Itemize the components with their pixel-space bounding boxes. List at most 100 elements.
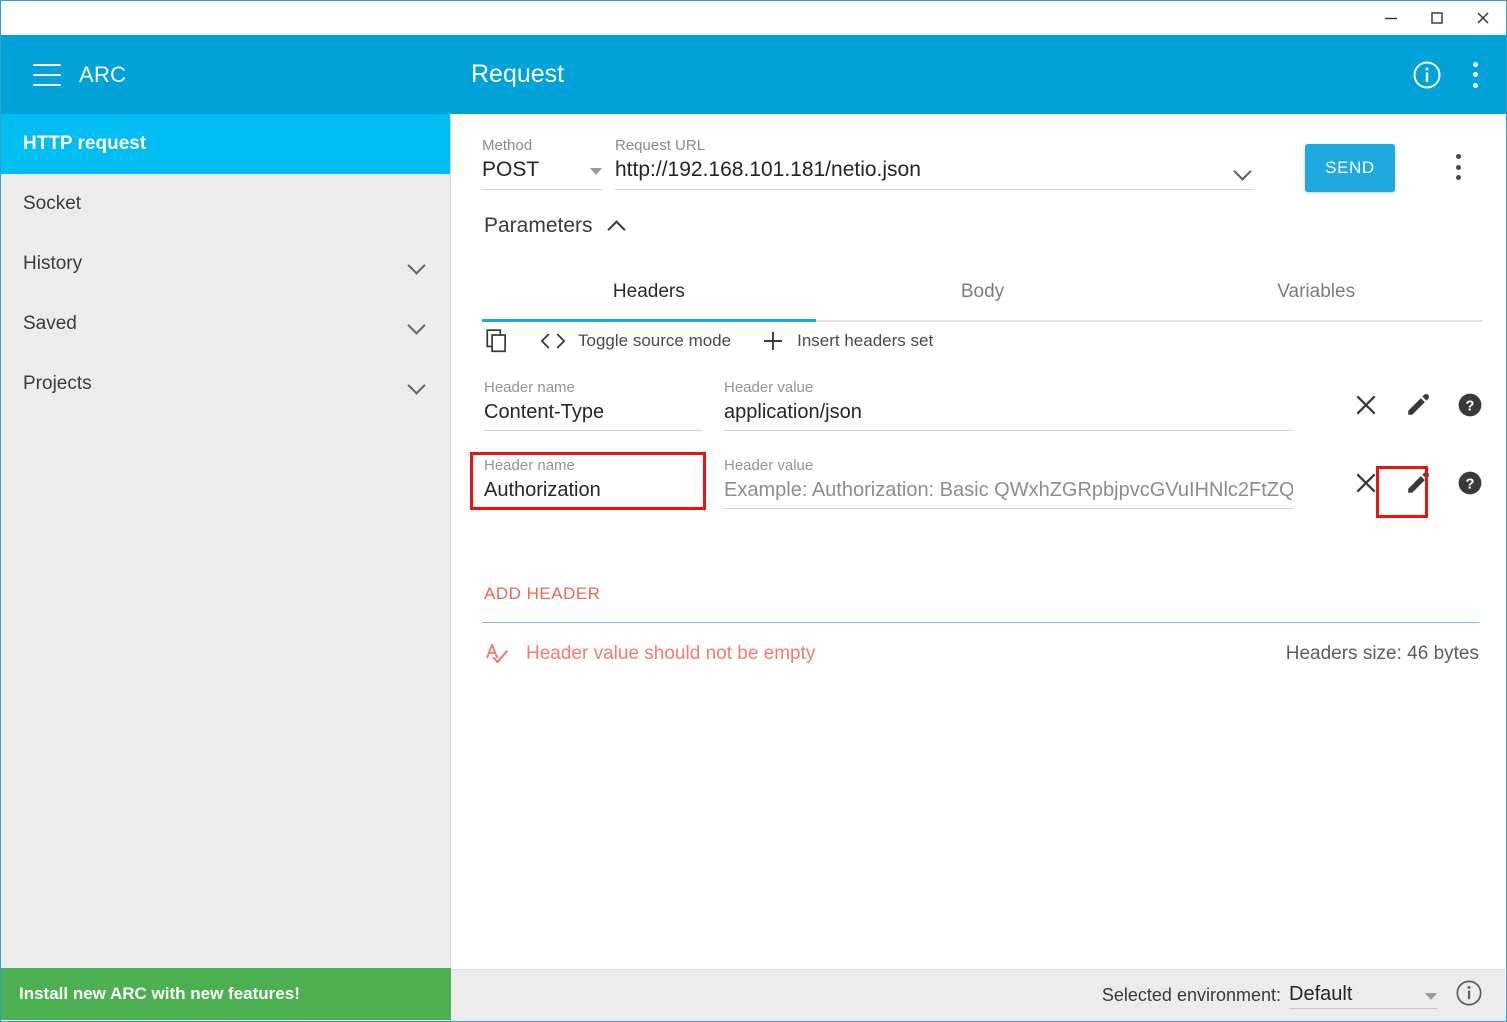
- tab-body[interactable]: Body: [816, 264, 1150, 320]
- parameters-toggle[interactable]: Parameters: [484, 214, 627, 238]
- toggle-source-mode-label: Toggle source mode: [578, 331, 732, 350]
- headers-toolbar: Toggle source mode Insert headers set: [484, 328, 933, 354]
- request-url-label: Request URL: [615, 137, 706, 154]
- header-value-label: Header value: [724, 379, 814, 396]
- parameters-tabs: Headers Body Variables: [482, 264, 1483, 322]
- headers-divider: [482, 622, 1479, 623]
- arc-application-window: ARC Request HTTP request Socket History: [0, 0, 1507, 1022]
- tab-headers[interactable]: Headers: [482, 264, 816, 322]
- caret-down-icon: [1425, 992, 1437, 1000]
- window-close-button[interactable]: [1460, 1, 1506, 35]
- copy-headers-button[interactable]: [484, 328, 510, 354]
- maximize-icon: [1431, 12, 1443, 24]
- edit-header-button[interactable]: [1405, 392, 1431, 418]
- send-button[interactable]: SEND: [1305, 144, 1395, 192]
- header-row: Header name Content-Type Header value ap…: [484, 378, 1483, 434]
- environment-select[interactable]: Default: [1289, 983, 1437, 1009]
- header-value-input[interactable]: Example: Authorization: Basic QWxhZGRpbj…: [724, 475, 1293, 509]
- sidebar-item-socket[interactable]: Socket: [1, 174, 450, 234]
- sidebar-item-http-request[interactable]: HTTP request: [1, 114, 450, 174]
- request-bar: Method POST Request URL http://192.168.1…: [482, 132, 1483, 202]
- insert-headers-set-label: Insert headers set: [797, 331, 934, 350]
- page-title: Request: [471, 60, 565, 88]
- sidebar: HTTP request Socket History Saved Projec…: [1, 114, 451, 1020]
- method-label: Method: [482, 137, 533, 154]
- header-row: Header name Authorization Header value E…: [484, 456, 1483, 512]
- chevron-down-icon: [408, 379, 426, 389]
- svg-text:?: ?: [1466, 398, 1475, 414]
- window-minimize-button[interactable]: [1368, 1, 1414, 35]
- status-bar: Selected environment: Default: [451, 969, 1505, 1021]
- request-overflow-menu-icon[interactable]: [1455, 154, 1461, 180]
- sidebar-item-label: Socket: [23, 193, 82, 214]
- chevron-down-icon: [408, 259, 426, 269]
- toggle-source-mode-button[interactable]: Toggle source mode: [540, 331, 731, 351]
- app-bar-overflow-menu-icon[interactable]: [1472, 61, 1478, 88]
- code-brackets-icon: [540, 333, 566, 349]
- svg-text:?: ?: [1466, 476, 1475, 492]
- chevron-down-icon: [408, 319, 426, 329]
- close-icon: [1477, 12, 1489, 24]
- install-new-arc-banner[interactable]: Install new ARC with new features!: [1, 968, 451, 1020]
- add-header-button[interactable]: ADD HEADER: [484, 584, 600, 604]
- header-name-label: Header name: [484, 379, 575, 396]
- environment-select-value: Default: [1289, 982, 1353, 1005]
- validation-message-text: Header value should not be empty: [526, 643, 816, 664]
- spellcheck-icon: [486, 643, 508, 664]
- header-name-input[interactable]: Authorization: [484, 475, 702, 509]
- pencil-edit-icon: [1408, 393, 1430, 415]
- parameters-label: Parameters: [484, 214, 593, 237]
- copy-icon: [486, 329, 506, 353]
- sidebar-item-projects[interactable]: Projects: [1, 354, 450, 414]
- remove-header-button[interactable]: [1353, 392, 1379, 418]
- window-titlebar: [1, 1, 1506, 35]
- app-bar: ARC Request: [1, 35, 1506, 114]
- close-x-icon: [1356, 473, 1376, 493]
- header-help-button[interactable]: ?: [1457, 470, 1483, 496]
- header-row-actions: ?: [1353, 392, 1483, 418]
- header-value-label: Header value: [724, 457, 814, 474]
- chevron-down-icon[interactable]: [1233, 165, 1253, 179]
- insert-headers-set-button[interactable]: Insert headers set: [761, 329, 933, 353]
- validation-message: Header value should not be empty: [484, 641, 815, 667]
- sidebar-item-history[interactable]: History: [1, 234, 450, 294]
- header-name-label: Header name: [484, 457, 575, 474]
- tab-variables[interactable]: Variables: [1149, 264, 1483, 320]
- sidebar-item-saved[interactable]: Saved: [1, 294, 450, 354]
- help-circle-icon: ?: [1458, 393, 1482, 417]
- minimize-icon: [1385, 17, 1397, 20]
- chevron-up-icon: [607, 219, 627, 233]
- headers-status-row: Header value should not be empty Headers…: [484, 639, 1479, 669]
- selected-environment-label: Selected environment:: [1101, 985, 1281, 1005]
- edit-header-button[interactable]: [1405, 470, 1431, 496]
- sidebar-item-label: HTTP request: [23, 133, 147, 154]
- sidebar-item-label: History: [23, 253, 83, 274]
- method-value: POST: [482, 158, 540, 181]
- header-name-field[interactable]: Header name Authorization: [484, 456, 702, 509]
- help-circle-icon: ?: [1458, 471, 1482, 495]
- app-brand-label: ARC: [79, 61, 127, 87]
- header-value-input[interactable]: application/json: [724, 397, 1293, 431]
- header-name-field[interactable]: Header name Content-Type: [484, 378, 702, 431]
- info-circle-icon[interactable]: [1412, 60, 1442, 90]
- request-url-input[interactable]: http://192.168.101.181/netio.json: [615, 155, 1233, 185]
- sidebar-item-label: Saved: [23, 313, 77, 334]
- environment-info-button[interactable]: [1455, 979, 1483, 1012]
- sidebar-item-label: Projects: [23, 373, 92, 394]
- app-bar-actions: [1412, 35, 1478, 114]
- info-circle-icon: [1456, 980, 1482, 1006]
- caret-down-icon: [590, 168, 602, 175]
- header-help-button[interactable]: ?: [1457, 392, 1483, 418]
- request-url-field[interactable]: Request URL http://192.168.101.181/netio…: [615, 137, 1253, 190]
- header-name-input[interactable]: Content-Type: [484, 397, 702, 431]
- method-field[interactable]: Method POST: [482, 137, 602, 190]
- header-value-field[interactable]: Header value Example: Authorization: Bas…: [724, 456, 1293, 509]
- header-row-actions: ?: [1353, 470, 1483, 496]
- pencil-edit-icon: [1408, 471, 1430, 493]
- hamburger-icon[interactable]: [33, 63, 61, 86]
- plus-icon: [764, 332, 783, 350]
- remove-header-button[interactable]: [1353, 470, 1379, 496]
- headers-size-label: Headers size: 46 bytes: [1285, 643, 1479, 664]
- window-maximize-button[interactable]: [1414, 1, 1460, 35]
- header-value-field[interactable]: Header value application/json: [724, 378, 1293, 431]
